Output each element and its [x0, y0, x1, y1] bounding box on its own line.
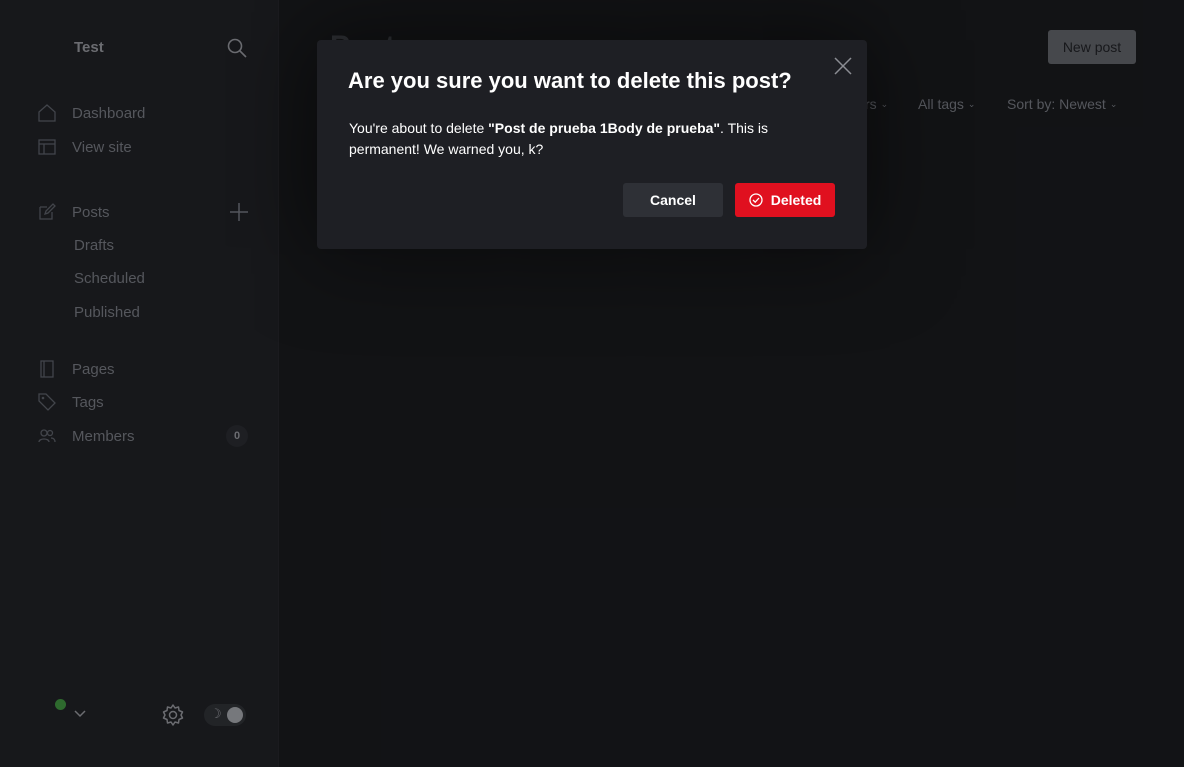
cancel-button[interactable]: Cancel: [623, 183, 723, 217]
modal-title: Are you sure you want to delete this pos…: [348, 68, 792, 93]
delete-button-label: Deleted: [770, 192, 822, 208]
check-circle-icon: [749, 193, 763, 207]
post-name: "Post de prueba 1Body de prueba": [488, 120, 721, 136]
modal-message: You're about to delete "Post de prueba 1…: [349, 118, 819, 160]
delete-button[interactable]: Deleted: [735, 183, 835, 217]
close-icon[interactable]: [832, 55, 854, 77]
delete-post-modal: Are you sure you want to delete this pos…: [317, 40, 867, 249]
modal-message-prefix: You're about to delete: [349, 120, 489, 136]
